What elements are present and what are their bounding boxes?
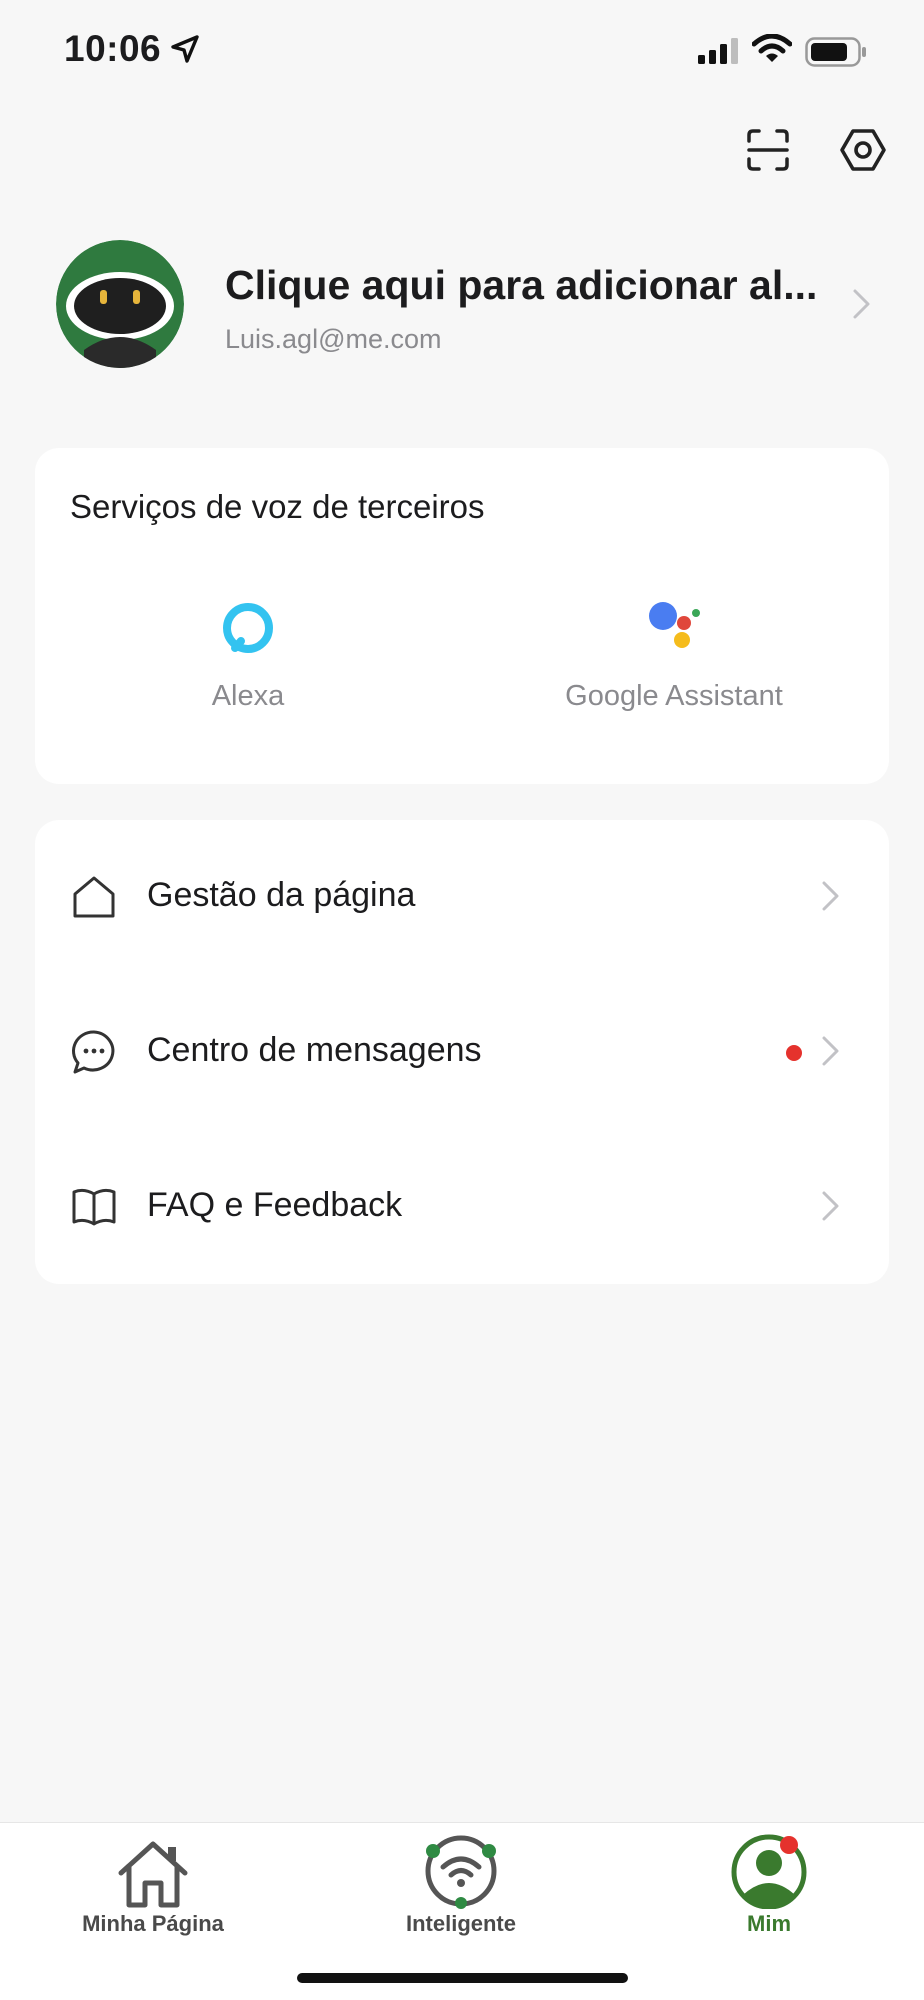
open-book-icon xyxy=(72,1188,116,1226)
google-assistant-button[interactable]: Google Assistant xyxy=(524,598,824,713)
battery-icon xyxy=(805,37,866,67)
chevron-right-icon xyxy=(822,1191,839,1221)
chevron-right-icon xyxy=(853,289,870,319)
tab-mim[interactable]: Mim xyxy=(669,1833,869,1953)
home-icon xyxy=(118,1841,188,1908)
menu-card: Gestão da página Centro de mensagens FAQ… xyxy=(35,820,889,1284)
alexa-label: Alexa xyxy=(211,680,285,712)
settings-button[interactable] xyxy=(835,122,891,178)
cellular-signal-icon xyxy=(698,38,738,64)
smart-wifi-icon xyxy=(425,1835,497,1909)
tab-minha-pagina[interactable]: Minha Página xyxy=(53,1833,253,1953)
robot-avatar-icon xyxy=(56,240,184,368)
tab-label: Mim xyxy=(747,1911,791,1936)
wifi-icon xyxy=(752,34,792,62)
profile-header[interactable]: Clique aqui para adicionar al... Luis.ag… xyxy=(56,240,876,370)
unread-badge xyxy=(786,1045,802,1061)
scan-button[interactable] xyxy=(740,122,796,178)
status-time: 10:06 xyxy=(64,28,162,69)
chevron-right-icon xyxy=(822,1036,839,1066)
scan-icon xyxy=(747,129,789,171)
menu-item-label: Gestão da página xyxy=(147,876,416,914)
menu-item-label: Centro de mensagens xyxy=(147,1031,482,1069)
google-assistant-label: Google Assistant xyxy=(565,680,783,712)
profile-name: Clique aqui para adicionar al... xyxy=(225,262,818,308)
menu-item-faq-feedback[interactable]: FAQ e Feedback xyxy=(35,1130,889,1285)
google-assistant-icon xyxy=(649,602,700,648)
tab-label: Inteligente xyxy=(405,1911,516,1936)
menu-item-message-center[interactable]: Centro de mensagens xyxy=(35,975,889,1130)
voice-services-card: Serviços de voz de terceiros Alexa Googl… xyxy=(35,448,889,784)
hexagon-gear-icon xyxy=(840,129,886,171)
alexa-button[interactable]: Alexa xyxy=(98,598,398,713)
profile-icon xyxy=(731,1834,807,1909)
home-outline-icon xyxy=(73,876,115,918)
screen: 10:06 Clique aqui para adicionar al... L… xyxy=(0,0,924,2000)
tab-label: Minha Página xyxy=(82,1911,224,1936)
avatar[interactable] xyxy=(56,240,184,368)
menu-item-label: FAQ e Feedback xyxy=(147,1186,403,1224)
menu-item-page-management[interactable]: Gestão da página xyxy=(35,820,889,975)
voice-services-title: Serviços de voz de terceiros xyxy=(70,488,485,525)
profile-email: Luis.agl@me.com xyxy=(225,324,442,354)
location-arrow-icon xyxy=(171,35,199,63)
alexa-icon xyxy=(223,603,273,653)
message-bubble-icon xyxy=(72,1030,115,1074)
chevron-right-icon xyxy=(822,881,839,911)
tab-inteligente[interactable]: Inteligente xyxy=(361,1833,561,1953)
home-indicator xyxy=(297,1973,628,1983)
